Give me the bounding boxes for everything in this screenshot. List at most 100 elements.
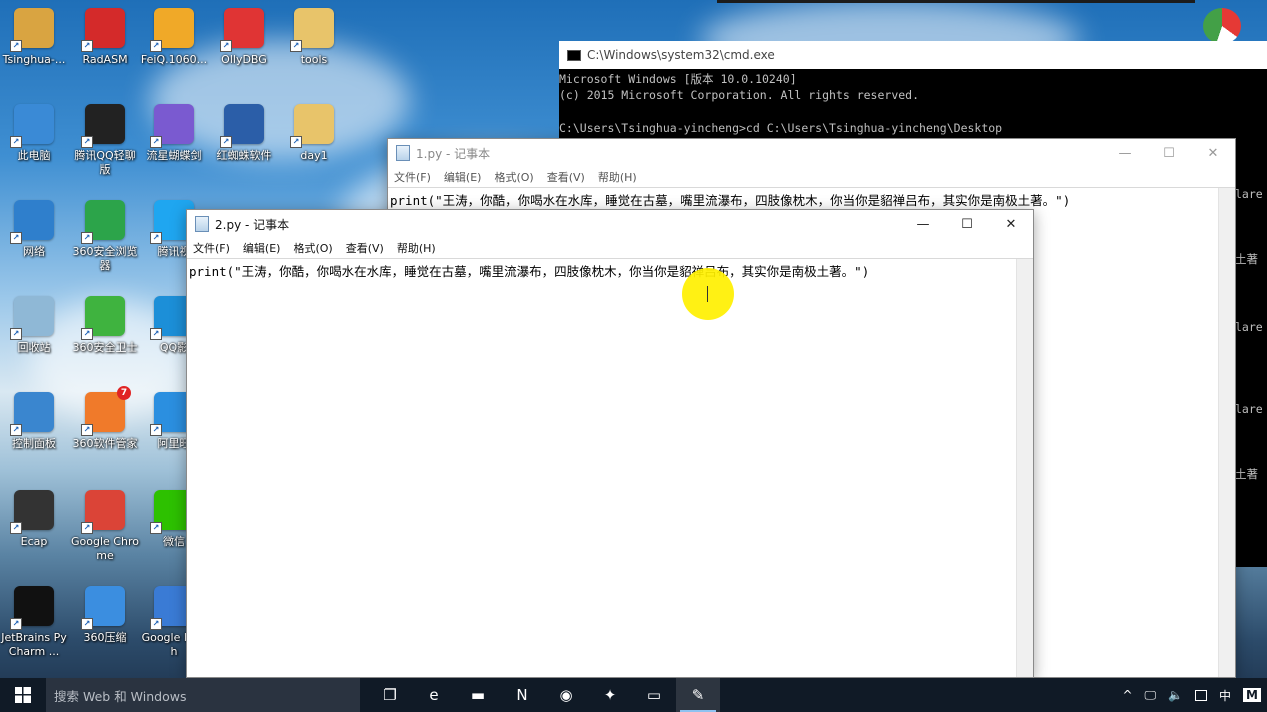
desktop-icon[interactable]: ↗ 7 360软件管家 [71, 386, 139, 451]
shortcut-arrow-icon: ↗ [81, 40, 93, 52]
menu-edit[interactable]: 编辑(E) [243, 240, 281, 256]
menu-view[interactable]: 查看(V) [346, 240, 384, 256]
desktop-icon[interactable]: ↗ Tsinghua-... [0, 8, 68, 67]
cmd-fragment: lare [1235, 402, 1263, 416]
shortcut-arrow-icon: ↗ [10, 618, 22, 630]
taskbar-notepad-button[interactable]: ✎ [676, 678, 720, 712]
editor-content: print("王涛，你酷，你喝水在水库，睡觉在古墓，嘴里流瀑布，四肢像枕木，你当… [390, 193, 1071, 208]
taskbar-cmd-button[interactable]: ▭ [632, 678, 676, 712]
red-spider-icon: ↗ [220, 104, 264, 148]
folder-icon: ↗ [290, 8, 334, 52]
menu-file[interactable]: 文件(F) [193, 240, 230, 256]
menu-file[interactable]: 文件(F) [394, 169, 431, 185]
desktop-icon-label: 红蜘蛛软件 [216, 149, 272, 162]
desktop-icon[interactable]: ↗ day1 [280, 104, 348, 163]
desktop-icon[interactable]: ↗ 腾讯QQ轻聊版 [71, 104, 139, 177]
close-button[interactable]: ✕ [989, 210, 1033, 238]
windows-logo-icon [15, 687, 31, 703]
onenote-icon: N [516, 686, 528, 704]
menu-edit[interactable]: 编辑(E) [444, 169, 482, 185]
desktop-icon[interactable]: ↗ 回收站 [0, 296, 68, 355]
taskbar-task-view-button[interactable]: ❐ [368, 678, 412, 712]
close-button[interactable]: ✕ [1191, 139, 1235, 167]
vertical-scrollbar[interactable] [1218, 188, 1235, 677]
camera-icon: ↗ [10, 490, 54, 534]
cmd-titlebar[interactable]: C:\Windows\system32\cmd.exe [559, 41, 1267, 69]
desktop-icon[interactable]: ↗ 此电脑 [0, 104, 68, 163]
notepad-icon [396, 145, 410, 161]
desktop-icon[interactable]: ↗ 360压缩 [71, 586, 139, 645]
desktop-icon[interactable]: ↗ OllyDBG [210, 8, 278, 67]
app-logo-icon[interactable] [1203, 8, 1241, 44]
desktop-icon[interactable]: ↗ RadASM [71, 8, 139, 67]
chrome-icon: ◉ [559, 686, 573, 704]
text-editor[interactable]: print("王涛，你酷，你喝水在水库，睡觉在古墓，嘴里流瀑布，四肢像枕木，你当… [187, 258, 1033, 677]
cmd-line: C:\Users\Tsinghua-yincheng>cd C:\Users\T… [559, 121, 1003, 135]
folder-icon: ↗ [290, 104, 334, 148]
text-cursor-icon [707, 286, 708, 302]
shortcut-arrow-icon: ↗ [10, 522, 22, 534]
taskbar-file-explorer-button[interactable]: ▬ [456, 678, 500, 712]
recycle-bin-icon: ↗ [10, 296, 54, 340]
360-browser-icon: ↗ [81, 200, 125, 244]
maximize-button[interactable]: ☐ [945, 210, 989, 238]
desktop-icon-label: RadASM [82, 53, 128, 66]
desktop-icon-label: Google Chrome [71, 535, 139, 562]
edge-icon: e [429, 686, 439, 704]
notepad-1py-titlebar[interactable]: 1.py - 记事本 — ☐ ✕ [388, 139, 1235, 167]
360-guard-icon: ↗ [81, 296, 125, 340]
taskbar-edge-button[interactable]: e [412, 678, 456, 712]
taskbar-apps: ❐ e ▬ N ◉ ✦ ▭ ✎ [368, 678, 720, 712]
minimize-button[interactable]: — [901, 210, 945, 238]
desktop-icon[interactable]: ↗ 流星蝴蝶剑 [140, 104, 208, 163]
desktop-icon-label: 360压缩 [83, 631, 127, 644]
desktop-icon[interactable]: ↗ 360安全浏览器 [71, 200, 139, 273]
vertical-scrollbar[interactable] [1016, 259, 1033, 677]
maximize-button[interactable]: ☐ [1147, 139, 1191, 167]
control-panel-icon: ↗ [10, 392, 54, 436]
notepad-icon [195, 216, 209, 232]
network-icon[interactable]: 🖵 [1145, 688, 1157, 703]
shortcut-arrow-icon: ↗ [10, 40, 22, 52]
shortcut-arrow-icon: ↗ [150, 522, 162, 534]
desktop-icon[interactable]: ↗ 红蜘蛛软件 [210, 104, 278, 163]
desktop-icon-label: Ecap [20, 535, 48, 548]
desktop-icon[interactable]: ↗ 控制面板 [0, 392, 68, 451]
pycharm-icon: ↗ [10, 586, 54, 630]
notepad-2py-window[interactable]: 2.py - 记事本 — ☐ ✕ 文件(F) 编辑(E) 格式(O) 查看(V)… [186, 209, 1034, 678]
desktop-icon[interactable]: ↗ Google Chrome [71, 490, 139, 563]
taskbar-onenote-button[interactable]: N [500, 678, 544, 712]
menu-format[interactable]: 格式(O) [494, 169, 533, 185]
menu-view[interactable]: 查看(V) [547, 169, 585, 185]
menu-format[interactable]: 格式(O) [293, 240, 332, 256]
desktop-icon-label: 控制面板 [12, 437, 56, 450]
desktop-icon[interactable]: ↗ 360安全卫士 [71, 296, 139, 355]
notepad-icon: ✎ [691, 686, 705, 704]
ime-indicator[interactable]: 中 [1219, 687, 1231, 704]
taskbar-ecap-app-button[interactable]: ✦ [588, 678, 632, 712]
action-center-icon[interactable] [1195, 689, 1208, 701]
desktop-icon[interactable]: ↗ JetBrains PyCharm ... [0, 586, 68, 659]
360-zip-icon: ↗ [81, 586, 125, 630]
volume-icon[interactable]: 🔈 [1168, 688, 1183, 702]
desktop-icon[interactable]: ↗ 网络 [0, 200, 68, 259]
desktop-icon[interactable]: ↗ Ecap [0, 490, 68, 549]
menu-help[interactable]: 帮助(H) [397, 240, 436, 256]
start-button[interactable] [0, 678, 46, 712]
tray-app-icon[interactable]: M [1243, 688, 1261, 702]
search-box[interactable]: 搜索 Web 和 Windows [46, 678, 360, 712]
tray-chevron-icon[interactable]: ^ [1122, 688, 1132, 702]
minimize-button[interactable]: — [1103, 139, 1147, 167]
desktop-icon[interactable]: ↗ tools [280, 8, 348, 67]
notepad-2py-titlebar[interactable]: 2.py - 记事本 — ☐ ✕ [187, 210, 1033, 238]
shortcut-arrow-icon: ↗ [10, 232, 22, 244]
shortcut-arrow-icon: ↗ [150, 232, 162, 244]
desktop-icon[interactable]: ↗ FeiQ.1060... [140, 8, 208, 67]
cmd-fragment: lare [1235, 187, 1263, 201]
menu-help[interactable]: 帮助(H) [598, 169, 637, 185]
shortcut-arrow-icon: ↗ [150, 618, 162, 630]
cmd-fragment: 土著 [1235, 467, 1258, 481]
shortcut-arrow-icon: ↗ [81, 618, 93, 630]
taskbar-chrome-button[interactable]: ◉ [544, 678, 588, 712]
search-placeholder: 搜索 Web 和 Windows [54, 688, 187, 704]
